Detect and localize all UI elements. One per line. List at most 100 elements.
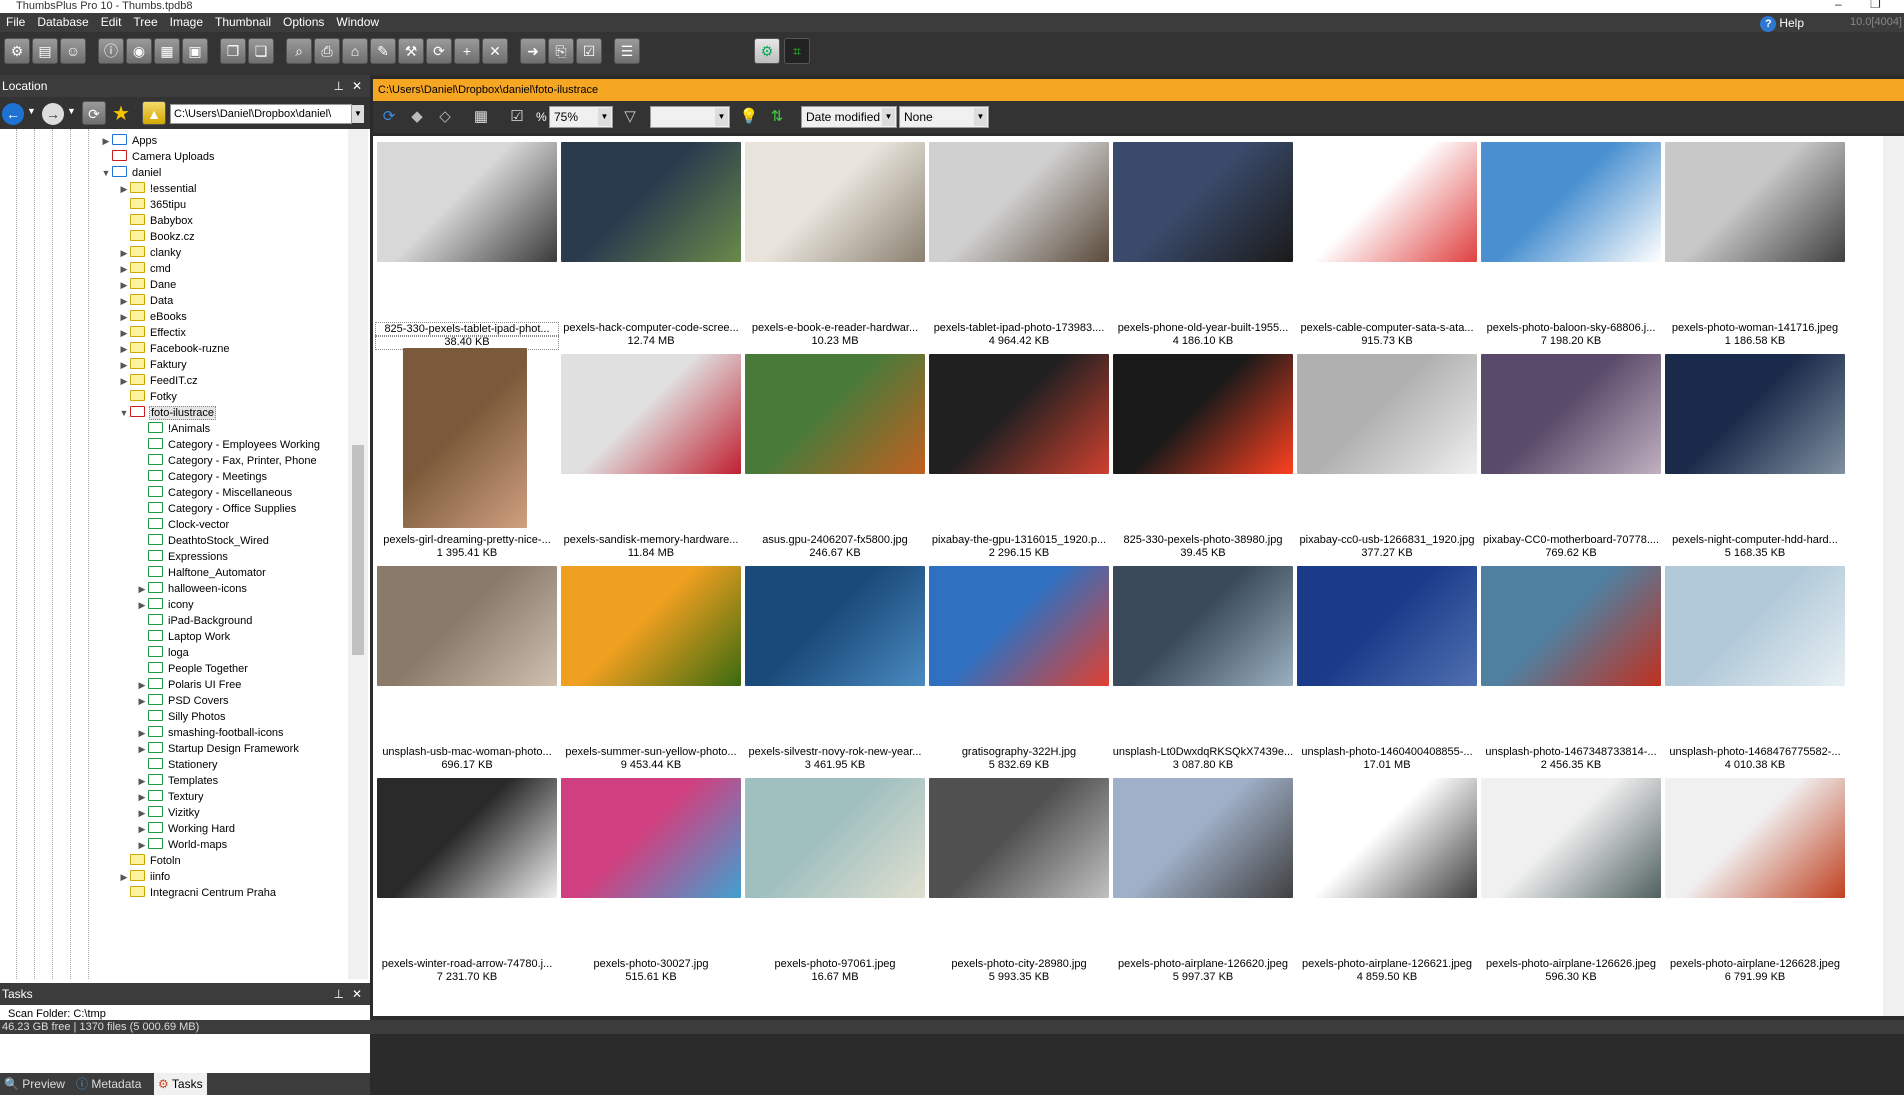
rename-icon[interactable]: ⎘ xyxy=(548,38,574,64)
thumbnail-image[interactable] xyxy=(1665,354,1845,474)
menu-image[interactable]: Image xyxy=(164,13,209,32)
tree-item[interactable]: Babybox xyxy=(118,213,194,229)
thumbnail-item[interactable]: pexels-photo-airplane-126621.jpeg 4 859.5… xyxy=(1295,772,1479,984)
expand-icon[interactable]: ▶ xyxy=(136,597,148,613)
thumbnail-item[interactable]: pexels-girl-dreaming-pretty-nice-... 1 39… xyxy=(375,348,559,560)
tree-item[interactable]: ▶ cmd xyxy=(118,261,172,277)
thumbnail-image[interactable] xyxy=(745,142,925,262)
thumbnail-item[interactable]: pixabay-the-gpu-1316015_1920.p... 2 296.1… xyxy=(927,348,1111,560)
tree-item[interactable]: 365tipu xyxy=(118,197,187,213)
batch-icon[interactable]: ⚒ xyxy=(398,38,424,64)
path-dropdown-icon[interactable]: ▼ xyxy=(352,105,364,123)
lightbulb-icon[interactable]: 💡 xyxy=(737,106,761,128)
tree-item[interactable]: ▶ Facebook-ruzne xyxy=(118,341,231,357)
tree-item[interactable]: ▶ !essential xyxy=(118,181,197,197)
thumbnail-image[interactable] xyxy=(403,348,527,528)
expand-icon[interactable]: ▶ xyxy=(118,261,130,277)
expand-icon[interactable]: ▶ xyxy=(118,341,130,357)
thumbnail-image[interactable] xyxy=(377,142,557,262)
people-icon[interactable]: ☺ xyxy=(60,38,86,64)
tree-item[interactable]: People Together xyxy=(136,661,249,677)
tree-item[interactable]: ▶ Dane xyxy=(118,277,177,293)
task-item[interactable]: Scan Folder: C:\tmp xyxy=(8,1008,362,1020)
thumbnail-item[interactable]: asus.gpu-2406207-fx5800.jpg 246.67 KB xyxy=(743,348,927,560)
tree-item[interactable]: Category - Employees Working xyxy=(136,437,321,453)
thumbnail-image[interactable] xyxy=(1481,778,1661,898)
menu-window[interactable]: Window xyxy=(330,13,385,32)
find-icon[interactable]: ⌕ xyxy=(286,38,312,64)
tree-item[interactable]: Camera Uploads xyxy=(100,149,216,165)
thumbnail-item[interactable]: pexels-photo-city-28980.jpg 5 993.35 KB xyxy=(927,772,1111,984)
back-dropdown-icon[interactable]: ▼ xyxy=(27,106,36,116)
layout-icon[interactable]: ▦ xyxy=(469,106,493,128)
tree-item[interactable]: !Animals xyxy=(136,421,211,437)
tree-item[interactable]: Fotoln xyxy=(118,853,182,869)
location-path-input[interactable] xyxy=(170,104,352,124)
thumbnail-image[interactable] xyxy=(1665,566,1845,686)
tree-item[interactable]: ▶ Data xyxy=(118,293,174,309)
tree-item[interactable]: Halftone_Automator xyxy=(136,565,267,581)
thumbnail-item[interactable]: pexels-photo-baloon-sky-68806.j... 7 198.… xyxy=(1479,136,1663,348)
thumbnail-item[interactable]: pexels-winter-road-arrow-74780.j... 7 231… xyxy=(375,772,559,984)
thumbnail-image[interactable] xyxy=(1481,142,1661,262)
expand-icon[interactable]: ▶ xyxy=(136,581,148,597)
tree-item[interactable]: ▶ Templates xyxy=(136,773,219,789)
tree-item[interactable]: Category - Miscellaneous xyxy=(136,485,293,501)
thumbnail-item[interactable]: pexels-night-computer-hdd-hard... 5 168.3… xyxy=(1663,348,1847,560)
sort-direction-icon[interactable]: ⇅ xyxy=(765,106,789,128)
tree-item[interactable]: ▶ Vizitky xyxy=(136,805,201,821)
expand-icon[interactable]: ▶ xyxy=(100,133,112,149)
thumbnail-item[interactable]: pexels-hack-computer-code-scree... 12.74 … xyxy=(559,136,743,348)
thumbnail-item[interactable]: 825-330-pexels-photo-38980.jpg 39.45 KB xyxy=(1111,348,1295,560)
new-folder-icon[interactable]: + xyxy=(454,38,480,64)
thumbnail-image[interactable] xyxy=(745,778,925,898)
menu-edit[interactable]: Edit xyxy=(95,13,128,32)
thumbnail-item[interactable]: unsplash-photo-1467348733814-... 2 456.35… xyxy=(1479,560,1663,772)
thumbnail-item[interactable]: gratisography-322H.jpg 5 832.69 KB xyxy=(927,560,1111,772)
thumbnail-item[interactable]: pexels-sandisk-memory-hardware... 11.84 M… xyxy=(559,348,743,560)
thumbnail-item[interactable]: pexels-photo-airplane-126620.jpeg 5 997.3… xyxy=(1111,772,1295,984)
thumbnail-image[interactable] xyxy=(929,778,1109,898)
refresh-icon[interactable]: ⟳ xyxy=(377,106,401,128)
tree-item[interactable]: ▶ icony xyxy=(136,597,195,613)
expand-icon[interactable]: ▶ xyxy=(136,693,148,709)
collapse-icon[interactable]: ▼ xyxy=(100,165,112,181)
copy-icon[interactable]: ❐ xyxy=(220,38,246,64)
thumbnail-image[interactable] xyxy=(561,778,741,898)
thumbnail-item[interactable]: pexels-summer-sun-yellow-photo... 9 453.4… xyxy=(559,560,743,772)
menu-tree[interactable]: Tree xyxy=(127,13,163,32)
expand-icon[interactable]: ▶ xyxy=(118,357,130,373)
view-icon[interactable]: ◉ xyxy=(126,38,152,64)
thumbnail-item[interactable]: unsplash-Lt0DwxdqRKSQkX7439e... 3 087.80 … xyxy=(1111,560,1295,772)
thumbnail-image[interactable] xyxy=(1297,566,1477,686)
sort-select[interactable]: Date modified ▼ xyxy=(801,106,897,128)
thumbnail-item[interactable]: pexels-photo-airplane-126628.jpeg 6 791.9… xyxy=(1663,772,1847,984)
untag-icon[interactable]: ◇ xyxy=(433,106,457,128)
tree-item[interactable]: Bookz.cz xyxy=(118,229,196,245)
thumbnail-image[interactable] xyxy=(1665,778,1845,898)
expand-icon[interactable]: ▶ xyxy=(118,245,130,261)
move-icon[interactable]: ➜ xyxy=(520,38,546,64)
tab-tasks[interactable]: ⚙ Tasks xyxy=(154,1073,207,1095)
minimize-icon[interactable]: – xyxy=(1835,0,1842,11)
select-all-icon[interactable]: ☑ xyxy=(505,106,529,128)
thumbnail-image[interactable] xyxy=(1113,142,1293,262)
thumbnail-item[interactable]: pexels-e-book-e-reader-hardwar... 10.23 M… xyxy=(743,136,927,348)
expand-icon[interactable]: ▶ xyxy=(136,773,148,789)
forward-icon[interactable]: → xyxy=(42,103,64,125)
expand-icon[interactable]: ▶ xyxy=(136,789,148,805)
tree-item[interactable]: Category - Office Supplies xyxy=(136,501,297,517)
thumbnail-item[interactable]: pexels-tablet-ipad-photo-173983.... 4 964… xyxy=(927,136,1111,348)
thumbnail-item[interactable]: pexels-photo-97061.jpeg 16.67 MB xyxy=(743,772,927,984)
expand-icon[interactable]: ▶ xyxy=(136,725,148,741)
tree-item[interactable]: ▶ PSD Covers xyxy=(136,693,230,709)
thumbnail-image[interactable] xyxy=(1113,354,1293,474)
print-icon[interactable]: ⎙ xyxy=(314,38,340,64)
tasks-close-icon[interactable]: ✕ xyxy=(352,983,362,1005)
scan-icon[interactable]: ⚙ xyxy=(4,38,30,64)
select-icon[interactable]: ☑ xyxy=(576,38,602,64)
scanner-icon[interactable]: ⌂ xyxy=(342,38,368,64)
menu-database[interactable]: Database xyxy=(31,13,94,32)
thumbnail-image[interactable] xyxy=(1297,354,1477,474)
expand-icon[interactable]: ▶ xyxy=(118,181,130,197)
